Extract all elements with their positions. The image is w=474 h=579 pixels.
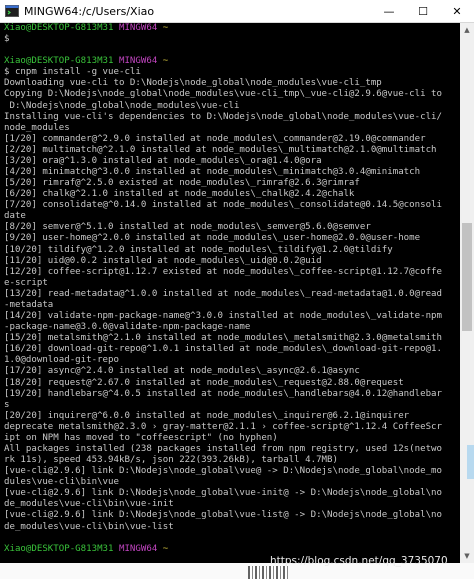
output-line: e-script xyxy=(4,277,48,288)
output-line: [13/20] read-metadata@^1.0.0 installed a… xyxy=(4,288,442,299)
prompt-line: Xiao@DESKTOP-G813M31 MINGW64 ~ xyxy=(4,23,460,34)
watermark-text: https://blog.csdn.net/qq_3735070 xyxy=(270,555,448,567)
prompt-mingw: MINGW64 xyxy=(118,543,158,554)
scrollbar-thumb[interactable] xyxy=(462,223,472,331)
output-line: [7/20] consolidate@^0.14.0 installed at … xyxy=(4,200,442,211)
prompt-mingw: MINGW64 xyxy=(118,23,158,33)
output-line: D:\Nodejs\node_global\node_modules\vue-c… xyxy=(4,100,240,111)
prompt-host: Xiao@DESKTOP-G813M31 xyxy=(4,56,114,67)
output-line: de_modules\vue-cli\bin\vue-list xyxy=(4,521,174,532)
output-line: -package-name@3.0.0@validate-npm-package… xyxy=(4,322,251,333)
chevron-down-icon[interactable]: ▼ xyxy=(460,549,474,563)
output-line: -metadata xyxy=(4,299,54,310)
minimize-button[interactable]: — xyxy=(372,0,406,22)
output-line: [vue-cli@2.9.6] link D:\Nodejs\node_glob… xyxy=(4,510,442,521)
output-line: Downloading vue-cli to D:\Nodejs\node_gl… xyxy=(4,78,382,89)
output-line: [8/20] semver@^5.1.0 installed at node_m… xyxy=(4,222,371,233)
output-line: [4/20] minimatch@^3.0.0 installed at nod… xyxy=(4,167,421,178)
output-line: deprecate metalsmith@2.3.0 › gray-matter… xyxy=(4,421,442,432)
close-button[interactable]: ✕ xyxy=(440,0,474,22)
output-line: s xyxy=(4,399,10,410)
output-line: $ cnpm install -g vue-cli xyxy=(4,67,141,78)
output-line: [3/20] ora@^1.3.0 installed at node_modu… xyxy=(4,155,322,166)
prompt-line: Xiao@DESKTOP-G813M31 MINGW64 ~ xyxy=(4,56,460,67)
output-line: date xyxy=(4,211,26,222)
output-line: [19/20] handlebars@^4.0.5 installed at n… xyxy=(4,388,442,399)
output-line: ipt on NPM has moved to "coffeescript" (… xyxy=(4,432,278,443)
output-line: node_modules xyxy=(4,122,70,133)
output-line: [6/20] chalk@^2.1.0 installed at node_mo… xyxy=(4,189,355,200)
output-line: [5/20] rimraf@^2.5.0 existed at node_mod… xyxy=(4,178,360,189)
output-line: de_modules\vue-cli\bin\vue-init xyxy=(4,499,174,510)
output-line: rk 11s), speed 453.94kB/s, json 222(393.… xyxy=(4,455,338,466)
prompt-host: Xiao@DESKTOP-G813M31 xyxy=(4,543,114,554)
output-line: Copying D:\Nodejs\node_global\node_modul… xyxy=(4,89,442,100)
output-line: 1.0@download-git-repo xyxy=(4,355,119,366)
output-line: [2/20] multimatch@^2.1.0 installed at no… xyxy=(4,144,437,155)
output-line: [1/20] commander@^2.9.0 installed at nod… xyxy=(4,133,426,144)
title-bar[interactable]: MINGW64:/c/Users/Xiao — ☐ ✕ xyxy=(0,0,474,23)
side-highlight xyxy=(467,445,474,479)
qr-code-fragment xyxy=(248,566,288,579)
prompt-host: Xiao@DESKTOP-G813M31 xyxy=(4,23,114,33)
prompt-path: ~ xyxy=(162,543,169,554)
prompt-mingw: MINGW64 xyxy=(118,56,158,67)
output-line: [12/20] coffee-script@1.12.7 existed at … xyxy=(4,266,442,277)
output-line: [9/20] user-home@^2.0.0 installed at nod… xyxy=(4,233,421,244)
output-line: [11/20] uid@0.0.2 installed at node_modu… xyxy=(4,255,322,266)
output-line: [vue-cli@2.9.6] link D:\Nodejs\node_glob… xyxy=(4,488,442,499)
output-line: dules\vue-cli\bin\vue xyxy=(4,477,119,488)
output-line: [17/20] async@^2.4.0 installed at node_m… xyxy=(4,366,360,377)
maximize-button[interactable]: ☐ xyxy=(406,0,440,22)
terminal-window: MINGW64:/c/Users/Xiao — ☐ ✕ Xiao@DESKTOP… xyxy=(0,0,474,579)
prompt-path: ~ xyxy=(162,23,169,33)
output-line: [18/20] request@^2.67.0 installed at nod… xyxy=(4,377,404,388)
output-line: [20/20] inquirer@^6.0.0 installed at nod… xyxy=(4,410,410,421)
terminal-output[interactable]: Xiao@DESKTOP-G813M31 MINGW64 ~ $ Xiao@DESK… xyxy=(0,23,460,555)
prompt-line: Xiao@DESKTOP-G813M31 MINGW64 ~ xyxy=(4,544,460,555)
chevron-up-icon[interactable]: ▲ xyxy=(460,23,474,37)
window-controls: — ☐ ✕ xyxy=(372,0,474,22)
vertical-scrollbar[interactable]: ▲ ▼ xyxy=(460,23,474,563)
window-title: MINGW64:/c/Users/Xiao xyxy=(24,4,155,18)
output-line: [14/20] validate-npm-package-name@^3.0.0… xyxy=(4,311,442,322)
output-line: All packages installed (238 packages ins… xyxy=(4,443,442,454)
prompt-path: ~ xyxy=(162,56,169,67)
output-line: $ xyxy=(4,34,10,45)
output-line: [16/20] download-git-repo@^1.0.1 install… xyxy=(4,344,442,355)
output-line: [vue-cli@2.9.6] link D:\Nodejs\node_glob… xyxy=(4,466,442,477)
output-line: Installing vue-cli's dependencies to D:\… xyxy=(4,111,442,122)
output-line: [15/20] metalsmith@^2.1.0 installed at n… xyxy=(4,333,442,344)
mingw-terminal-icon xyxy=(5,4,19,18)
output-line: [10/20] tildify@^1.2.0 installed at node… xyxy=(4,244,393,255)
